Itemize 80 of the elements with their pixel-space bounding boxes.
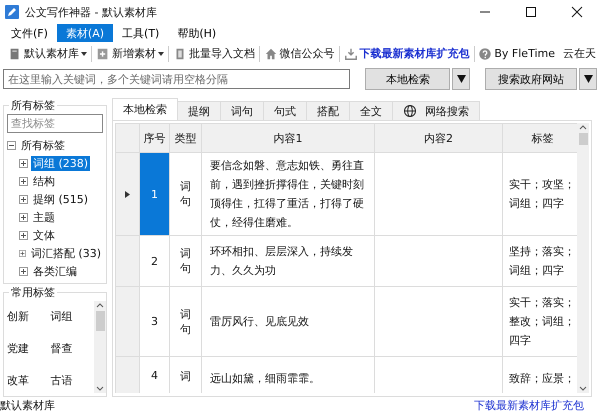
caret-icon: [584, 75, 592, 83]
panel-label: 所有标签: [9, 98, 57, 113]
tree-item[interactable]: 提纲 (515): [31, 192, 90, 206]
table-cell: 词句: [170, 236, 202, 286]
column-header[interactable]: 内容2: [374, 124, 502, 152]
menu-item[interactable]: 文件(F): [2, 24, 57, 42]
expand-icon[interactable]: [19, 212, 28, 222]
author-label: 云在天: [562, 46, 597, 61]
plus-icon: [96, 46, 110, 60]
home-icon: [264, 46, 278, 60]
tag-item[interactable]: 改革: [7, 373, 50, 393]
expand-icon[interactable]: [19, 176, 28, 186]
tree-item[interactable]: 各类汇编: [31, 264, 79, 278]
current-row-icon: [125, 190, 130, 198]
menu-item[interactable]: 工具(T): [113, 24, 168, 42]
expand-icon[interactable]: [19, 194, 28, 204]
status-text: 默认素材库: [0, 398, 55, 412]
scroll-thumb[interactable]: [578, 133, 588, 145]
search-button[interactable]: 搜索政府网站: [485, 68, 577, 90]
menu-item[interactable]: 帮助(H): [168, 24, 226, 42]
table-cell: 雷厉风行、见底见效: [202, 286, 374, 356]
expand-icon[interactable]: [19, 248, 26, 258]
tree-item[interactable]: 主题: [31, 210, 57, 224]
expand-icon[interactable]: [19, 230, 28, 240]
tree-item[interactable]: 文体: [31, 228, 57, 242]
tag-item[interactable]: 党建: [7, 341, 50, 361]
scrollbar[interactable]: [94, 301, 106, 393]
help-icon: [478, 46, 492, 60]
pencil-icon: [5, 5, 19, 19]
tree-item[interactable]: 所有标签: [19, 138, 67, 152]
table-cell: 3: [140, 286, 170, 356]
column-header[interactable]: 内容1: [202, 124, 374, 152]
toolbar-button[interactable]: 微信公众号: [260, 46, 339, 61]
panel-label: 常用标签: [9, 285, 57, 300]
scrollbar[interactable]: [577, 123, 589, 393]
tag-item[interactable]: 古语: [50, 373, 94, 393]
expand-icon[interactable]: [19, 158, 28, 168]
toolbar-button[interactable]: 批量导入文档: [168, 46, 259, 61]
download-icon: [344, 46, 358, 60]
tab[interactable]: 本地检索: [112, 98, 178, 120]
table-cell: 1: [140, 152, 170, 236]
dropdown-button[interactable]: [452, 68, 470, 90]
collapse-icon[interactable]: [7, 140, 16, 150]
search-button[interactable]: 本地检索: [365, 68, 450, 90]
column-header[interactable]: 标签: [502, 124, 577, 152]
caret-icon: [158, 50, 164, 56]
caret-icon: [456, 75, 466, 83]
tab[interactable]: 搭配: [306, 101, 350, 120]
table-cell: 要信念如磐、意志如铁、勇往直前，遇到挫折撑得住，关键时刻顶得住，扛得了重活，打得了硬仗，经得住磨难。: [202, 152, 374, 236]
table-cell: 2: [140, 236, 170, 286]
tag-item[interactable]: 督查: [50, 341, 94, 361]
tab[interactable]: 提纲: [177, 101, 221, 120]
dropdown-button[interactable]: [579, 68, 597, 90]
column-header[interactable]: 类型: [170, 124, 202, 152]
tab[interactable]: 词句: [220, 101, 264, 120]
tag-item[interactable]: 词组: [50, 309, 94, 329]
scroll-thumb[interactable]: [96, 311, 104, 331]
toolbar-button[interactable]: 默认素材库: [4, 46, 91, 61]
caret-icon: [81, 50, 87, 56]
table-cell: 环环相扣、层层深入，持续发力、久久为功: [202, 236, 374, 286]
window-title: 公文写作神器 - 默认素材库: [25, 4, 157, 20]
tag-item[interactable]: 创新: [7, 309, 50, 329]
toolbar-button[interactable]: By FleTime: [474, 46, 559, 60]
table-cell: 词句: [170, 286, 202, 356]
download-link[interactable]: 下载最新素材库扩充包: [340, 46, 474, 61]
filter-field[interactable]: 查找标签: [7, 114, 103, 133]
expand-icon[interactable]: [19, 266, 28, 276]
menu-item[interactable]: 素材(A): [56, 24, 114, 42]
tree-item[interactable]: 结构: [31, 174, 57, 188]
globe-icon: [403, 104, 417, 118]
column-header[interactable]: 序号: [140, 124, 170, 152]
toolbar-button[interactable]: 新增素材: [92, 46, 168, 61]
search-field[interactable]: 在这里输入关键词，多个关键词请用空格分隔: [3, 69, 350, 89]
table-cell: 词句: [170, 152, 202, 236]
tree-item[interactable]: 词汇搭配 (33): [28, 246, 103, 260]
tab[interactable]: 全文: [349, 101, 393, 120]
tab[interactable]: 句式: [263, 101, 307, 120]
tree-item[interactable]: 词组 (238): [31, 156, 90, 170]
download-link[interactable]: 下载最新素材库扩充包: [474, 398, 584, 412]
tab[interactable]: 网络搜索: [392, 101, 480, 120]
